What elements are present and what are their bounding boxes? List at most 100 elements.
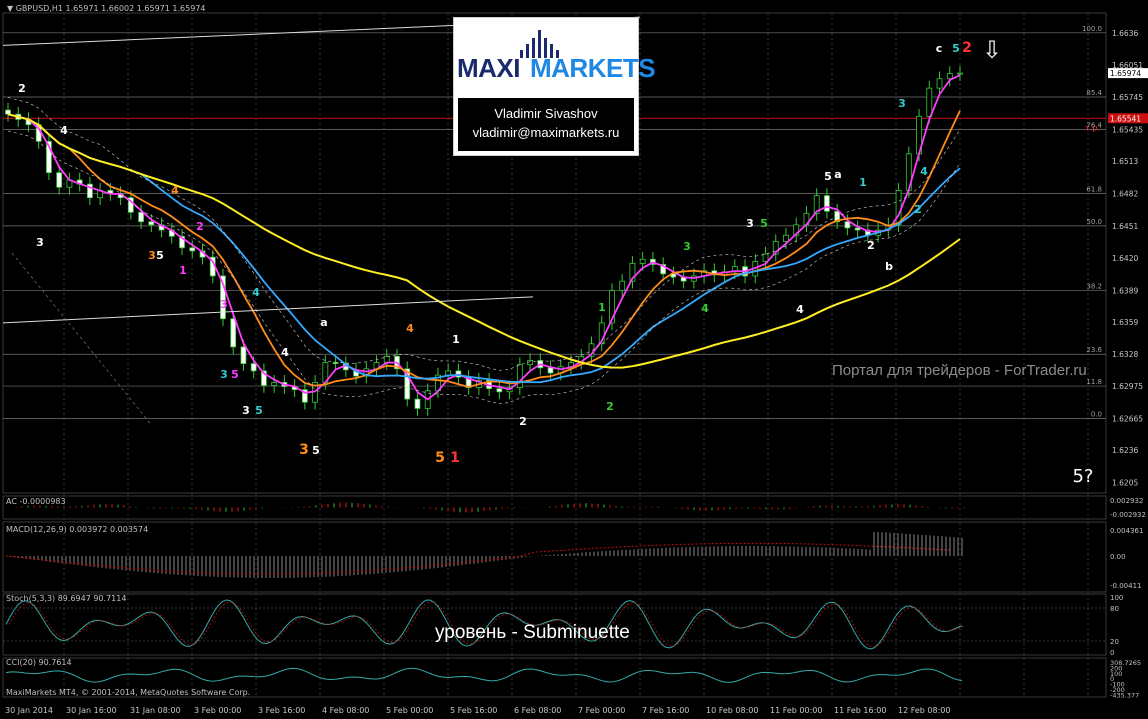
symbol-ohlc: GBPUSD,H1 1.65971 1.66002 1.65971 1.6597… [15,4,206,13]
copyright-footer: MaxiMarkets MT4, © 2001-2014, MetaQuotes… [6,688,251,697]
wave-label: 1 [859,176,867,189]
time-axis-label: 11 Feb 00:00 [770,706,822,715]
price-axis-label: 1.6636 [1112,29,1138,38]
macd-tick: 0.00 [1110,553,1126,561]
candle-body [824,195,830,212]
panel-frame [2,521,1107,593]
price-axis-label: 1.6236 [1112,446,1138,455]
channel-line [11,252,151,424]
wave-label: 4 [60,124,68,137]
price-tag-tp-text: 1.65541 [1110,114,1141,123]
wave-label: b [885,260,893,273]
collapse-arrow-icon[interactable]: ▼ [7,4,13,13]
wave-label: 5 [760,217,768,230]
price-axis-label: 1.6513 [1112,157,1138,166]
ac-tick: 0.002932 [1110,497,1143,505]
price-axis-label: 1.6205 [1112,479,1138,488]
candle-body [332,362,339,365]
level-label: уровень - Subminuette [435,622,630,643]
candle-body [527,360,533,366]
macd-tick: -0.00411 [1110,582,1141,590]
stoch-label: Stoch(5,3,3) 89.6947 90.7114 [6,594,126,603]
wave-label: 1 [452,333,460,346]
wave-label: 2 [962,40,972,56]
wave-label: 3 [36,236,44,249]
wave-label: c [936,42,943,55]
fib-level-label: 38.2 [1086,283,1102,291]
cci-label: CCI(20) 90.7614 [6,658,72,667]
cci-tick: -435.377 [1110,691,1139,699]
price-axis-label: 1.6359 [1112,318,1138,327]
candle-body [148,221,155,226]
time-axis-label: 3 Feb 16:00 [258,706,305,715]
price-axis-label: 1.65745 [1112,93,1143,102]
wave-label: 2 [18,82,26,95]
ac-label: AC -0.0000983 [6,497,66,506]
wave-label: 5 [952,42,960,55]
candle-body [783,234,789,242]
time-axis-label: 7 Feb 00:00 [578,706,625,715]
wave-label: 4 [406,322,414,335]
candle-body [230,318,237,348]
stoch-tick: 80 [1110,605,1119,613]
wave-label: 1 [179,264,187,277]
candle-body [240,346,247,365]
fib-level-label: 100.0 [1082,25,1102,33]
macd-tick: 0.004361 [1110,527,1143,535]
price-axis-label: 1.62665 [1112,414,1143,423]
candle-body [619,280,626,291]
cci-line [5,667,963,683]
wave-label: 2 [914,203,922,216]
logo-brand-left: MAXI [457,53,521,83]
candle-body [895,189,902,226]
author-email: vladimir@maximarkets.ru [472,125,620,140]
author-card: Vladimir Sivashov vladimir@maximarkets.r… [458,98,634,151]
time-axis-label: 11 Feb 16:00 [834,706,886,715]
fib-level-label: 0.0 [1091,410,1102,418]
wave-label: 1 [598,301,606,314]
wave-label: 3 [242,404,250,417]
stoch-tick: 100 [1110,594,1123,602]
candle-body [138,211,144,223]
wave-question-label: 5? [1072,466,1093,487]
time-axis-label: 30 Jan 2014 [5,706,53,715]
wave-label: 4 [281,346,289,359]
wave-label: 2 [519,415,527,428]
wave-label: 4 [252,286,260,299]
price-axis-label: 1.6420 [1112,254,1138,263]
price-axis-label: 1.6482 [1112,190,1138,199]
wave-label: 3 [898,97,906,110]
wave-label: 1 [450,450,460,466]
candle-body [414,398,421,409]
candle-body [547,367,554,374]
tp-label: т.р. [1085,123,1100,132]
maximarkets-logo: MAXI MARKETS Vladimir Sivashov vladimir@… [453,17,656,156]
author-name: Vladimir Sivashov [494,106,598,121]
fib-level-label: 85.4 [1086,89,1102,97]
fib-level-label: 23.6 [1086,346,1102,354]
price-axis-label: 1.65435 [1112,125,1143,134]
wave-label: 3 [220,368,228,381]
price-axis-label: 1.6451 [1112,222,1138,231]
candle-body [5,109,11,115]
time-axis-label: 4 Feb 08:00 [322,706,369,715]
down-arrow-icon: ⇩ [982,36,1002,64]
candle-body [844,221,851,229]
fib-level-label: 61.8 [1086,186,1102,194]
envelope-band [7,130,961,405]
candle-body [639,258,646,264]
wave-label: 5 [156,249,164,262]
wave-label: 3 [220,298,228,311]
wave-label: 3 [299,442,309,458]
price-axis-label: 1.6389 [1112,287,1138,296]
ac-tick: -0.002932 [1110,511,1146,519]
time-axis-label: 30 Jan 16:00 [66,706,117,715]
time-axis-label: 3 Feb 00:00 [194,706,241,715]
symbol-title: ▼ GBPUSD,H1 1.65971 1.66002 1.65971 1.65… [7,4,205,13]
wave-label: 3 [746,217,754,230]
time-axis-label: 5 Feb 16:00 [450,706,497,715]
time-axis-label: 7 Feb 16:00 [642,706,689,715]
candle-body [56,172,63,188]
time-axis-label: 10 Feb 08:00 [706,706,758,715]
wave-label: 4 [701,302,709,315]
